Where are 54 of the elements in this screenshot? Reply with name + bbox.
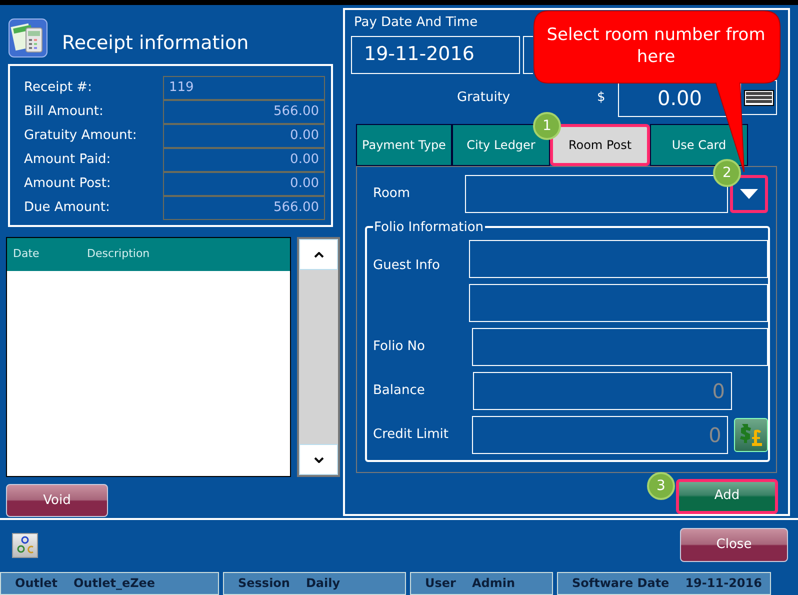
step-marker: 3 bbox=[647, 472, 675, 500]
keyboard-icon bbox=[744, 90, 774, 106]
status-value: Outlet_eZee bbox=[73, 575, 156, 591]
summary-value: 566.00 bbox=[163, 196, 325, 220]
tab[interactable]: Room Post bbox=[550, 124, 650, 166]
status-label: User bbox=[425, 575, 456, 591]
status-value: Admin bbox=[472, 575, 515, 591]
step-marker: 1 bbox=[533, 112, 561, 140]
field-label: Credit Limit bbox=[373, 426, 450, 444]
summary-value: 0.00 bbox=[163, 124, 325, 148]
void-button[interactable]: Void bbox=[6, 484, 108, 517]
summary-value: 119 bbox=[163, 76, 325, 100]
receipt-calculator-icon bbox=[8, 18, 48, 58]
input-field[interactable] bbox=[469, 284, 768, 322]
field-label: Room bbox=[372, 184, 412, 203]
input-field[interactable] bbox=[469, 240, 768, 278]
status-label: Outlet bbox=[15, 575, 58, 591]
column-header: Date bbox=[12, 246, 40, 262]
gratuity-label: Gratuity bbox=[457, 88, 512, 107]
close-button[interactable]: Close bbox=[680, 528, 788, 562]
callout-text: Select room number from here bbox=[546, 24, 766, 68]
field-label: Balance bbox=[373, 382, 426, 400]
step-marker: 2 bbox=[713, 159, 741, 187]
input-field[interactable] bbox=[472, 328, 768, 366]
status-value: 19-11-2016 bbox=[685, 575, 762, 591]
summary-value: 0.00 bbox=[163, 172, 325, 196]
chevron-up-icon bbox=[314, 252, 324, 258]
chevron-down-icon bbox=[314, 456, 324, 462]
summary-label: Receipt #: bbox=[24, 79, 93, 98]
currency-icon bbox=[738, 422, 764, 448]
field-label: Pay Date And Time bbox=[353, 14, 479, 32]
scroll-down-button[interactable] bbox=[299, 444, 338, 475]
summary-label: Bill Amount: bbox=[24, 103, 104, 122]
status-label: Software Date bbox=[572, 575, 670, 591]
status-label: Session bbox=[238, 575, 290, 591]
date-field[interactable]: 19-11-2016 bbox=[351, 36, 520, 74]
status-value: Daily bbox=[306, 575, 340, 591]
summary-label: Due Amount: bbox=[24, 199, 111, 218]
field-label: Guest Info bbox=[373, 258, 440, 272]
scrollbar[interactable] bbox=[297, 237, 340, 477]
add-button[interactable]: Add bbox=[676, 478, 778, 514]
summary-label: Amount Paid: bbox=[24, 151, 112, 170]
spell-check-icon[interactable] bbox=[12, 532, 38, 558]
summary-value: 0.00 bbox=[163, 148, 325, 172]
summary-label: Amount Post: bbox=[24, 175, 112, 194]
field-label: Folio No bbox=[373, 338, 426, 356]
currency-button[interactable] bbox=[734, 418, 768, 452]
column-header: Description bbox=[87, 246, 150, 262]
dropdown-arrow-icon bbox=[740, 188, 758, 198]
page-title: Receipt information bbox=[62, 30, 249, 56]
summary-value: 566.00 bbox=[163, 100, 325, 124]
tab[interactable]: Payment Type bbox=[356, 124, 452, 166]
summary-label: Gratuity Amount: bbox=[24, 127, 138, 146]
currency-symbol: $ bbox=[597, 88, 606, 107]
